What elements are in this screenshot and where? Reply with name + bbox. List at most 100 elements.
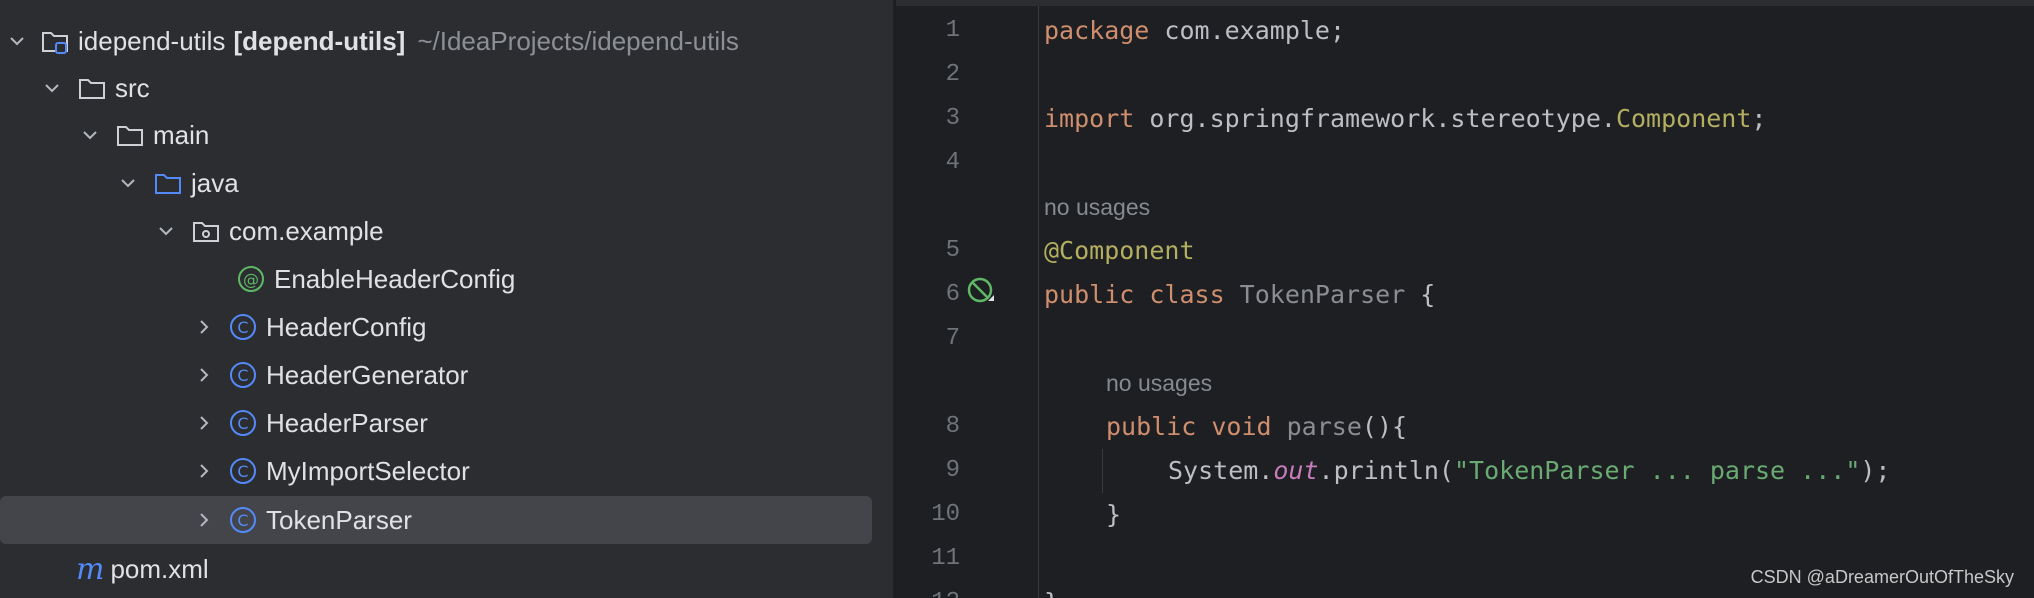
root-project-name: idepend-utils	[78, 25, 226, 56]
svg-text:C: C	[237, 511, 248, 530]
project-tree-panel: idepend-utils [depend-utils] ~/IdeaProje…	[0, 0, 893, 598]
svg-text:C: C	[237, 462, 248, 481]
chevron-down-icon[interactable]	[79, 124, 101, 146]
code-line-12: }	[1044, 581, 1059, 598]
class-icon: C	[228, 360, 258, 390]
tree-label-package: com.example	[229, 215, 384, 246]
code-text: }	[1106, 500, 1122, 529]
annotation-icon: @	[236, 264, 266, 294]
code-line-10: }	[1106, 493, 1121, 537]
tree-node-package[interactable]: com.example	[0, 207, 893, 255]
line-number: 8	[945, 413, 960, 440]
usages-hint[interactable]: no usages	[1106, 361, 1212, 405]
chevron-down-icon[interactable]	[155, 220, 177, 242]
class-icon: C	[228, 505, 258, 535]
svg-text:@: @	[243, 270, 259, 289]
code-method-name: parse	[1271, 412, 1362, 441]
line-number: 4	[945, 149, 960, 176]
code-line-5: @Component	[1044, 229, 1195, 273]
class-icon: C	[228, 408, 258, 438]
chevron-down-icon[interactable]	[6, 30, 28, 52]
tree-node-pom[interactable]: m pom.xml	[0, 545, 893, 593]
code-class-name: TokenParser	[1224, 280, 1406, 309]
folder-icon	[77, 73, 107, 103]
usages-hint[interactable]: no usages	[1044, 185, 1150, 229]
tree-item-label: HeaderGenerator	[266, 359, 469, 390]
code-text: com.example;	[1149, 16, 1346, 45]
tree-item-label: TokenParser	[266, 504, 412, 535]
class-icon: C	[228, 456, 258, 486]
class-icon: C	[228, 312, 258, 342]
chevron-right-icon[interactable]	[193, 460, 215, 482]
root-module-name: [depend-utils]	[233, 25, 406, 56]
tree-node-headerconfig[interactable]: C HeaderConfig	[0, 303, 893, 351]
code-keyword: import	[1044, 104, 1135, 133]
module-folder-icon	[40, 26, 70, 56]
tree-label-java: java	[191, 167, 239, 198]
chevron-down-icon[interactable]	[41, 77, 63, 99]
line-number: 2	[945, 61, 960, 88]
code-annotation: @Component	[1044, 236, 1195, 265]
chevron-right-icon[interactable]	[193, 412, 215, 434]
tree-item-label: MyImportSelector	[266, 455, 470, 486]
gutter-divider	[1038, 6, 1039, 598]
code-text: );	[1860, 456, 1891, 485]
chevron-down-icon[interactable]	[117, 172, 139, 194]
maven-icon: m	[76, 551, 105, 587]
tree-label-pom: pom.xml	[110, 553, 209, 584]
spring-bean-gutter-icon[interactable]	[966, 276, 996, 306]
code-line-3: import org.springframework.stereotype.Co…	[1044, 97, 1766, 141]
code-line-6: public class TokenParser {	[1044, 273, 1435, 317]
tree-node-myimportselector[interactable]: C MyImportSelector	[0, 447, 893, 495]
svg-text:C: C	[237, 318, 248, 337]
tree-node-enableheaderconfig[interactable]: @ EnableHeaderConfig	[0, 255, 893, 303]
code-keyword: package	[1044, 16, 1150, 45]
package-icon	[191, 216, 221, 246]
code-text: org.springframework.stereotype.	[1134, 104, 1616, 133]
svg-text:C: C	[237, 414, 248, 433]
code-class-ref: Component	[1615, 104, 1752, 133]
code-keyword: void	[1196, 412, 1272, 441]
tree-node-root[interactable]: idepend-utils [depend-utils] ~/IdeaProje…	[0, 17, 878, 65]
code-editor[interactable]: 1 2 3 4 5 6 7 8 9 10 11 12 package com.e…	[896, 0, 2034, 598]
tree-item-label: HeaderConfig	[266, 311, 427, 342]
chevron-right-icon[interactable]	[193, 316, 215, 338]
editor-tab-strip-edge	[896, 0, 2034, 6]
tree-node-java[interactable]: java	[0, 159, 893, 207]
indent-guide	[1102, 449, 1103, 493]
code-text: }	[1044, 588, 1059, 598]
watermark: CSDN @aDreamerOutOfTheSky	[1750, 567, 2014, 587]
tree-label-src: src	[115, 72, 150, 103]
tree-node-headergenerator[interactable]: C HeaderGenerator	[0, 351, 893, 399]
line-number: 11	[931, 545, 960, 572]
line-number: 12	[896, 581, 960, 598]
code-line-9: System.out.println("TokenParser ... pars…	[1168, 449, 1890, 493]
code-text: System.	[1168, 456, 1274, 485]
code-text: ;	[1751, 104, 1767, 133]
tree-node-tokenparser[interactable]: C TokenParser	[0, 496, 872, 544]
line-number: 9	[945, 457, 960, 484]
chevron-right-icon[interactable]	[193, 509, 215, 531]
tree-node-main[interactable]: main	[0, 111, 893, 159]
code-keyword: class	[1134, 280, 1225, 309]
tree-node-headerparser[interactable]: C HeaderParser	[0, 399, 893, 447]
line-number: 10	[931, 501, 960, 528]
code-static-field: out	[1273, 456, 1319, 485]
line-number: 1	[945, 17, 960, 44]
tree-label-main: main	[153, 119, 210, 150]
code-string: "TokenParser ... parse ..."	[1453, 456, 1861, 485]
line-number: 5	[945, 237, 960, 264]
tree-node-src[interactable]: src	[0, 64, 893, 112]
folder-icon	[115, 120, 145, 150]
svg-text:C: C	[237, 366, 248, 385]
tree-item-label: EnableHeaderConfig	[274, 263, 516, 294]
source-folder-icon	[153, 168, 183, 198]
code-line-1: package com.example;	[1044, 9, 1345, 53]
line-number: 6	[945, 281, 960, 308]
line-number: 7	[945, 325, 960, 352]
chevron-right-icon[interactable]	[193, 364, 215, 386]
code-text: {	[1405, 280, 1436, 309]
code-keyword: public	[1106, 412, 1197, 441]
line-number: 3	[945, 105, 960, 132]
code-text: (){	[1361, 412, 1408, 441]
